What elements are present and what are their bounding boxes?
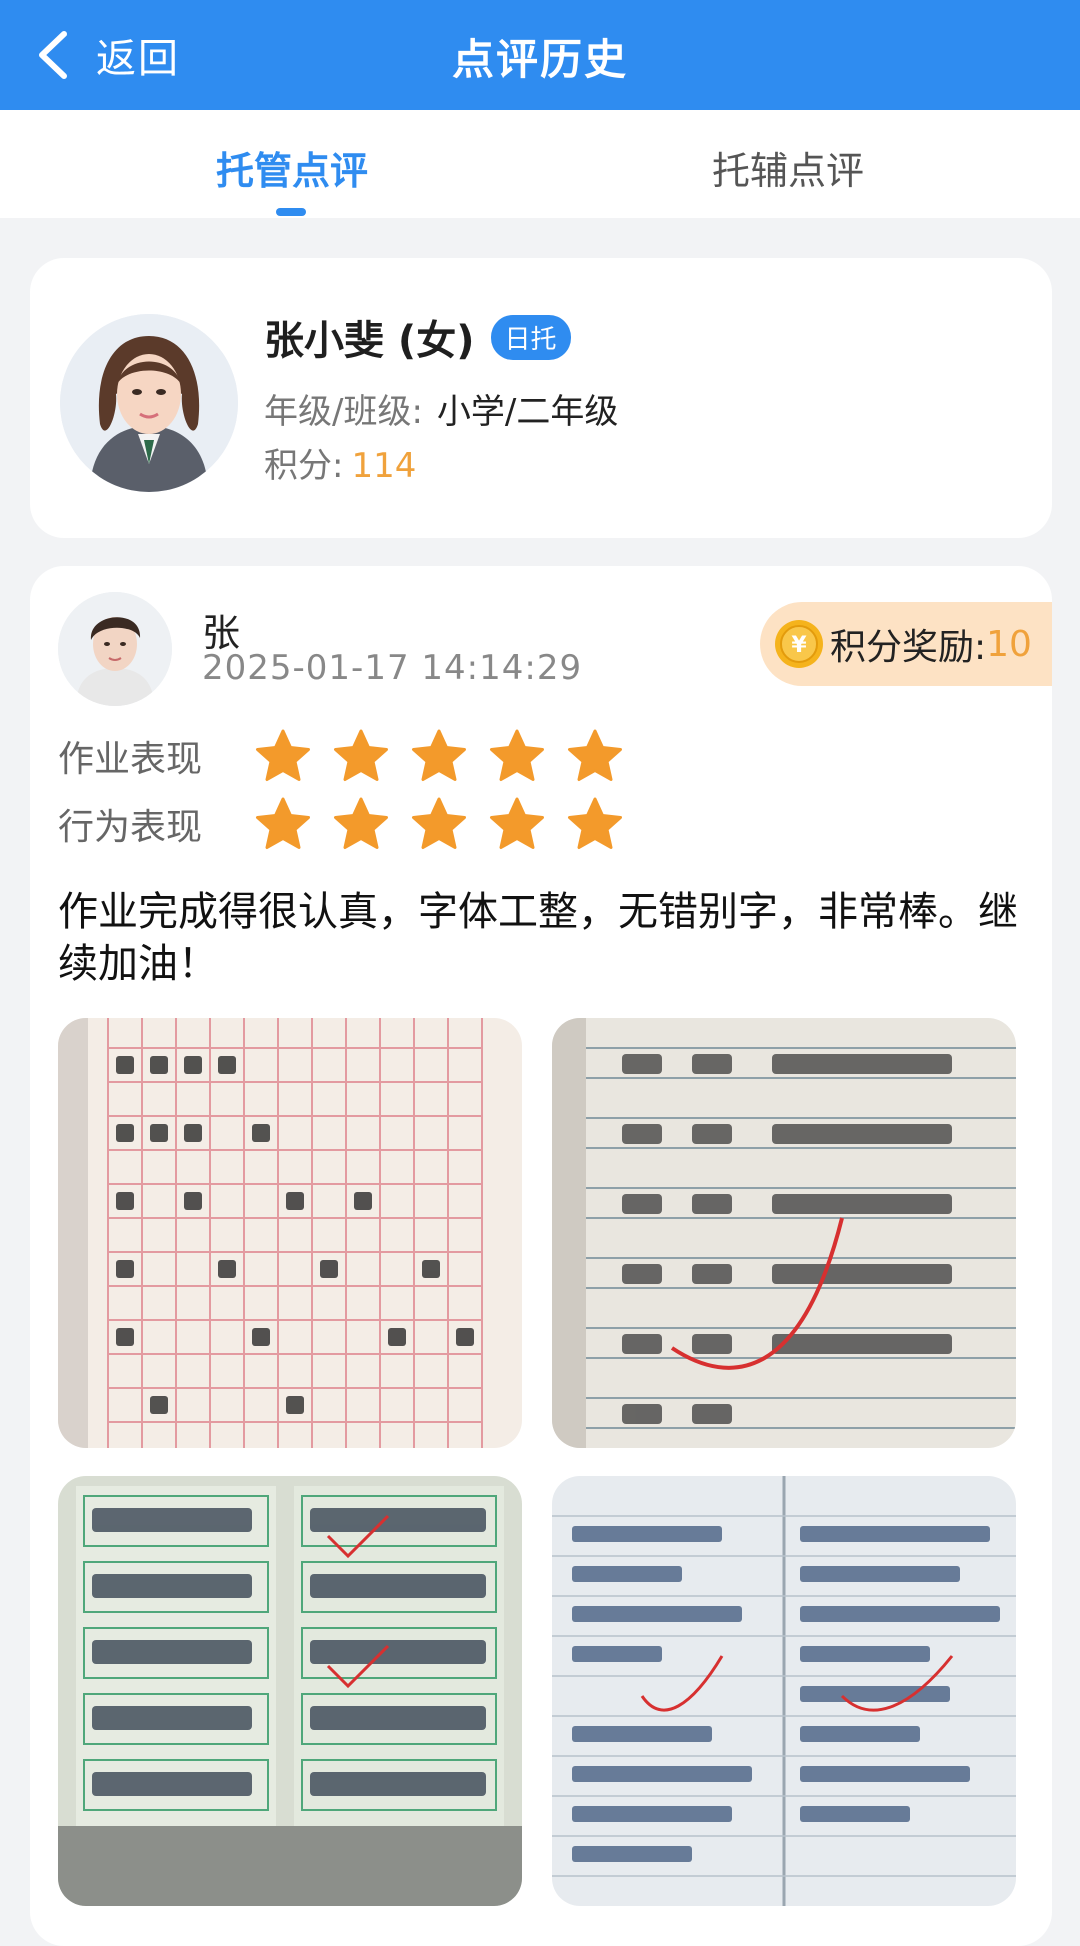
care-type-badge: 日托: [490, 314, 571, 360]
reward-label: 积分奖励:: [830, 627, 987, 668]
student-name-row: 张小斐 (女) 日托: [264, 308, 571, 366]
homework-photo-2-image: [552, 1018, 1016, 1448]
score-label: 积分:: [264, 446, 344, 486]
review-card: 张 2025-01-17 14:14:29 ¥ 积分奖励: 10 作业表现 行为表…: [30, 566, 1052, 1946]
homework-rating-label: 作业表现: [58, 739, 203, 780]
teacher-avatar: [58, 592, 172, 706]
homework-photo-1-image: [58, 1018, 522, 1448]
page-title: 点评历史: [451, 35, 628, 84]
homework-photo-1[interactable]: [58, 1018, 522, 1448]
homework-photo-4-image: [552, 1476, 1016, 1906]
tab-custody-review[interactable]: 托管点评: [142, 140, 442, 195]
behavior-rating-label: 行为表现: [58, 807, 203, 848]
score-value: 114: [351, 446, 417, 486]
star-icon: [334, 797, 388, 849]
star-icon: [490, 797, 544, 849]
active-tab-indicator: [276, 208, 306, 216]
star-icon: [490, 729, 544, 781]
star-icon: [256, 729, 310, 781]
top-nav-bar: 返回 点评历史: [0, 0, 1080, 110]
homework-photo-3[interactable]: [58, 1476, 522, 1906]
star-icon: [334, 729, 388, 781]
homework-photo-4[interactable]: [552, 1476, 1016, 1906]
review-timestamp: 2025-01-17 14:14:29: [202, 648, 583, 688]
tab-tutoring-review[interactable]: 托辅点评: [638, 140, 938, 195]
grade-row: 年级/班级: 小学/二年级: [264, 384, 618, 433]
behavior-rating-row: 行为表现: [58, 796, 644, 852]
student-avatar: [60, 314, 238, 492]
score-row: 积分: 114: [264, 438, 416, 487]
homework-photo-2[interactable]: [552, 1018, 1016, 1448]
homework-photo-3-image: [58, 1476, 522, 1906]
student-name: 张小斐 (女): [264, 318, 475, 364]
grade-label: 年级/班级:: [264, 392, 423, 432]
tab-bar: 托管点评 托辅点评: [0, 110, 1080, 218]
yen-coin-icon: ¥: [775, 620, 823, 668]
grade-value: 小学/二年级: [436, 392, 619, 432]
reward-value: 10: [986, 623, 1032, 665]
star-icon: [412, 729, 466, 781]
star-icon: [568, 797, 622, 849]
homework-rating-stars: [254, 728, 644, 784]
review-comment: 作业完成得很认真，字体工整，无错别字，非常棒。继续加油！: [58, 889, 1018, 987]
star-icon: [256, 797, 310, 849]
student-info-card: 张小斐 (女) 日托 年级/班级: 小学/二年级 积分: 114: [30, 258, 1052, 538]
star-icon: [568, 729, 622, 781]
behavior-rating-stars: [254, 796, 644, 852]
points-reward-badge: ¥ 积分奖励: 10: [760, 602, 1052, 686]
svg-text:¥: ¥: [791, 633, 807, 658]
star-icon: [412, 797, 466, 849]
homework-rating-row: 作业表现: [58, 728, 644, 784]
